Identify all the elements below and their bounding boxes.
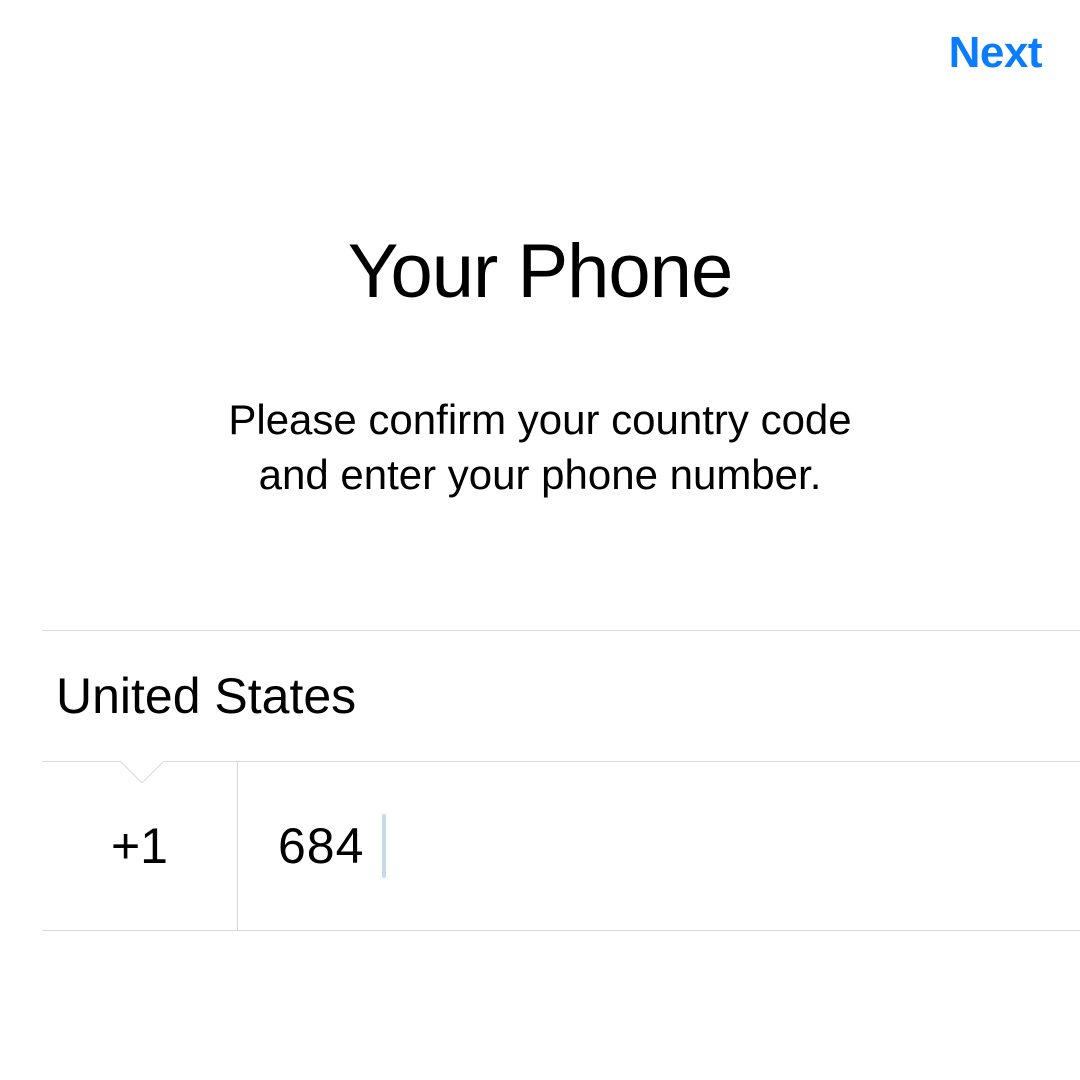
header-section: Your Phone Please confirm your country c…	[0, 228, 1080, 502]
country-name-label: United States	[56, 667, 356, 725]
country-selector[interactable]: United States	[0, 631, 1080, 761]
phone-input-row: +1	[42, 761, 1080, 931]
phone-number-input[interactable]	[238, 762, 1080, 930]
page-title: Your Phone	[40, 228, 1040, 315]
subtitle-line-2: and enter your phone number.	[259, 451, 822, 498]
next-button[interactable]: Next	[949, 28, 1042, 78]
nav-bar: Next	[0, 0, 1080, 78]
page-subtitle: Please confirm your country code and ent…	[40, 393, 1040, 502]
phone-form: United States +1	[0, 630, 1080, 931]
subtitle-line-1: Please confirm your country code	[228, 396, 851, 443]
country-code-field[interactable]: +1	[42, 762, 238, 930]
